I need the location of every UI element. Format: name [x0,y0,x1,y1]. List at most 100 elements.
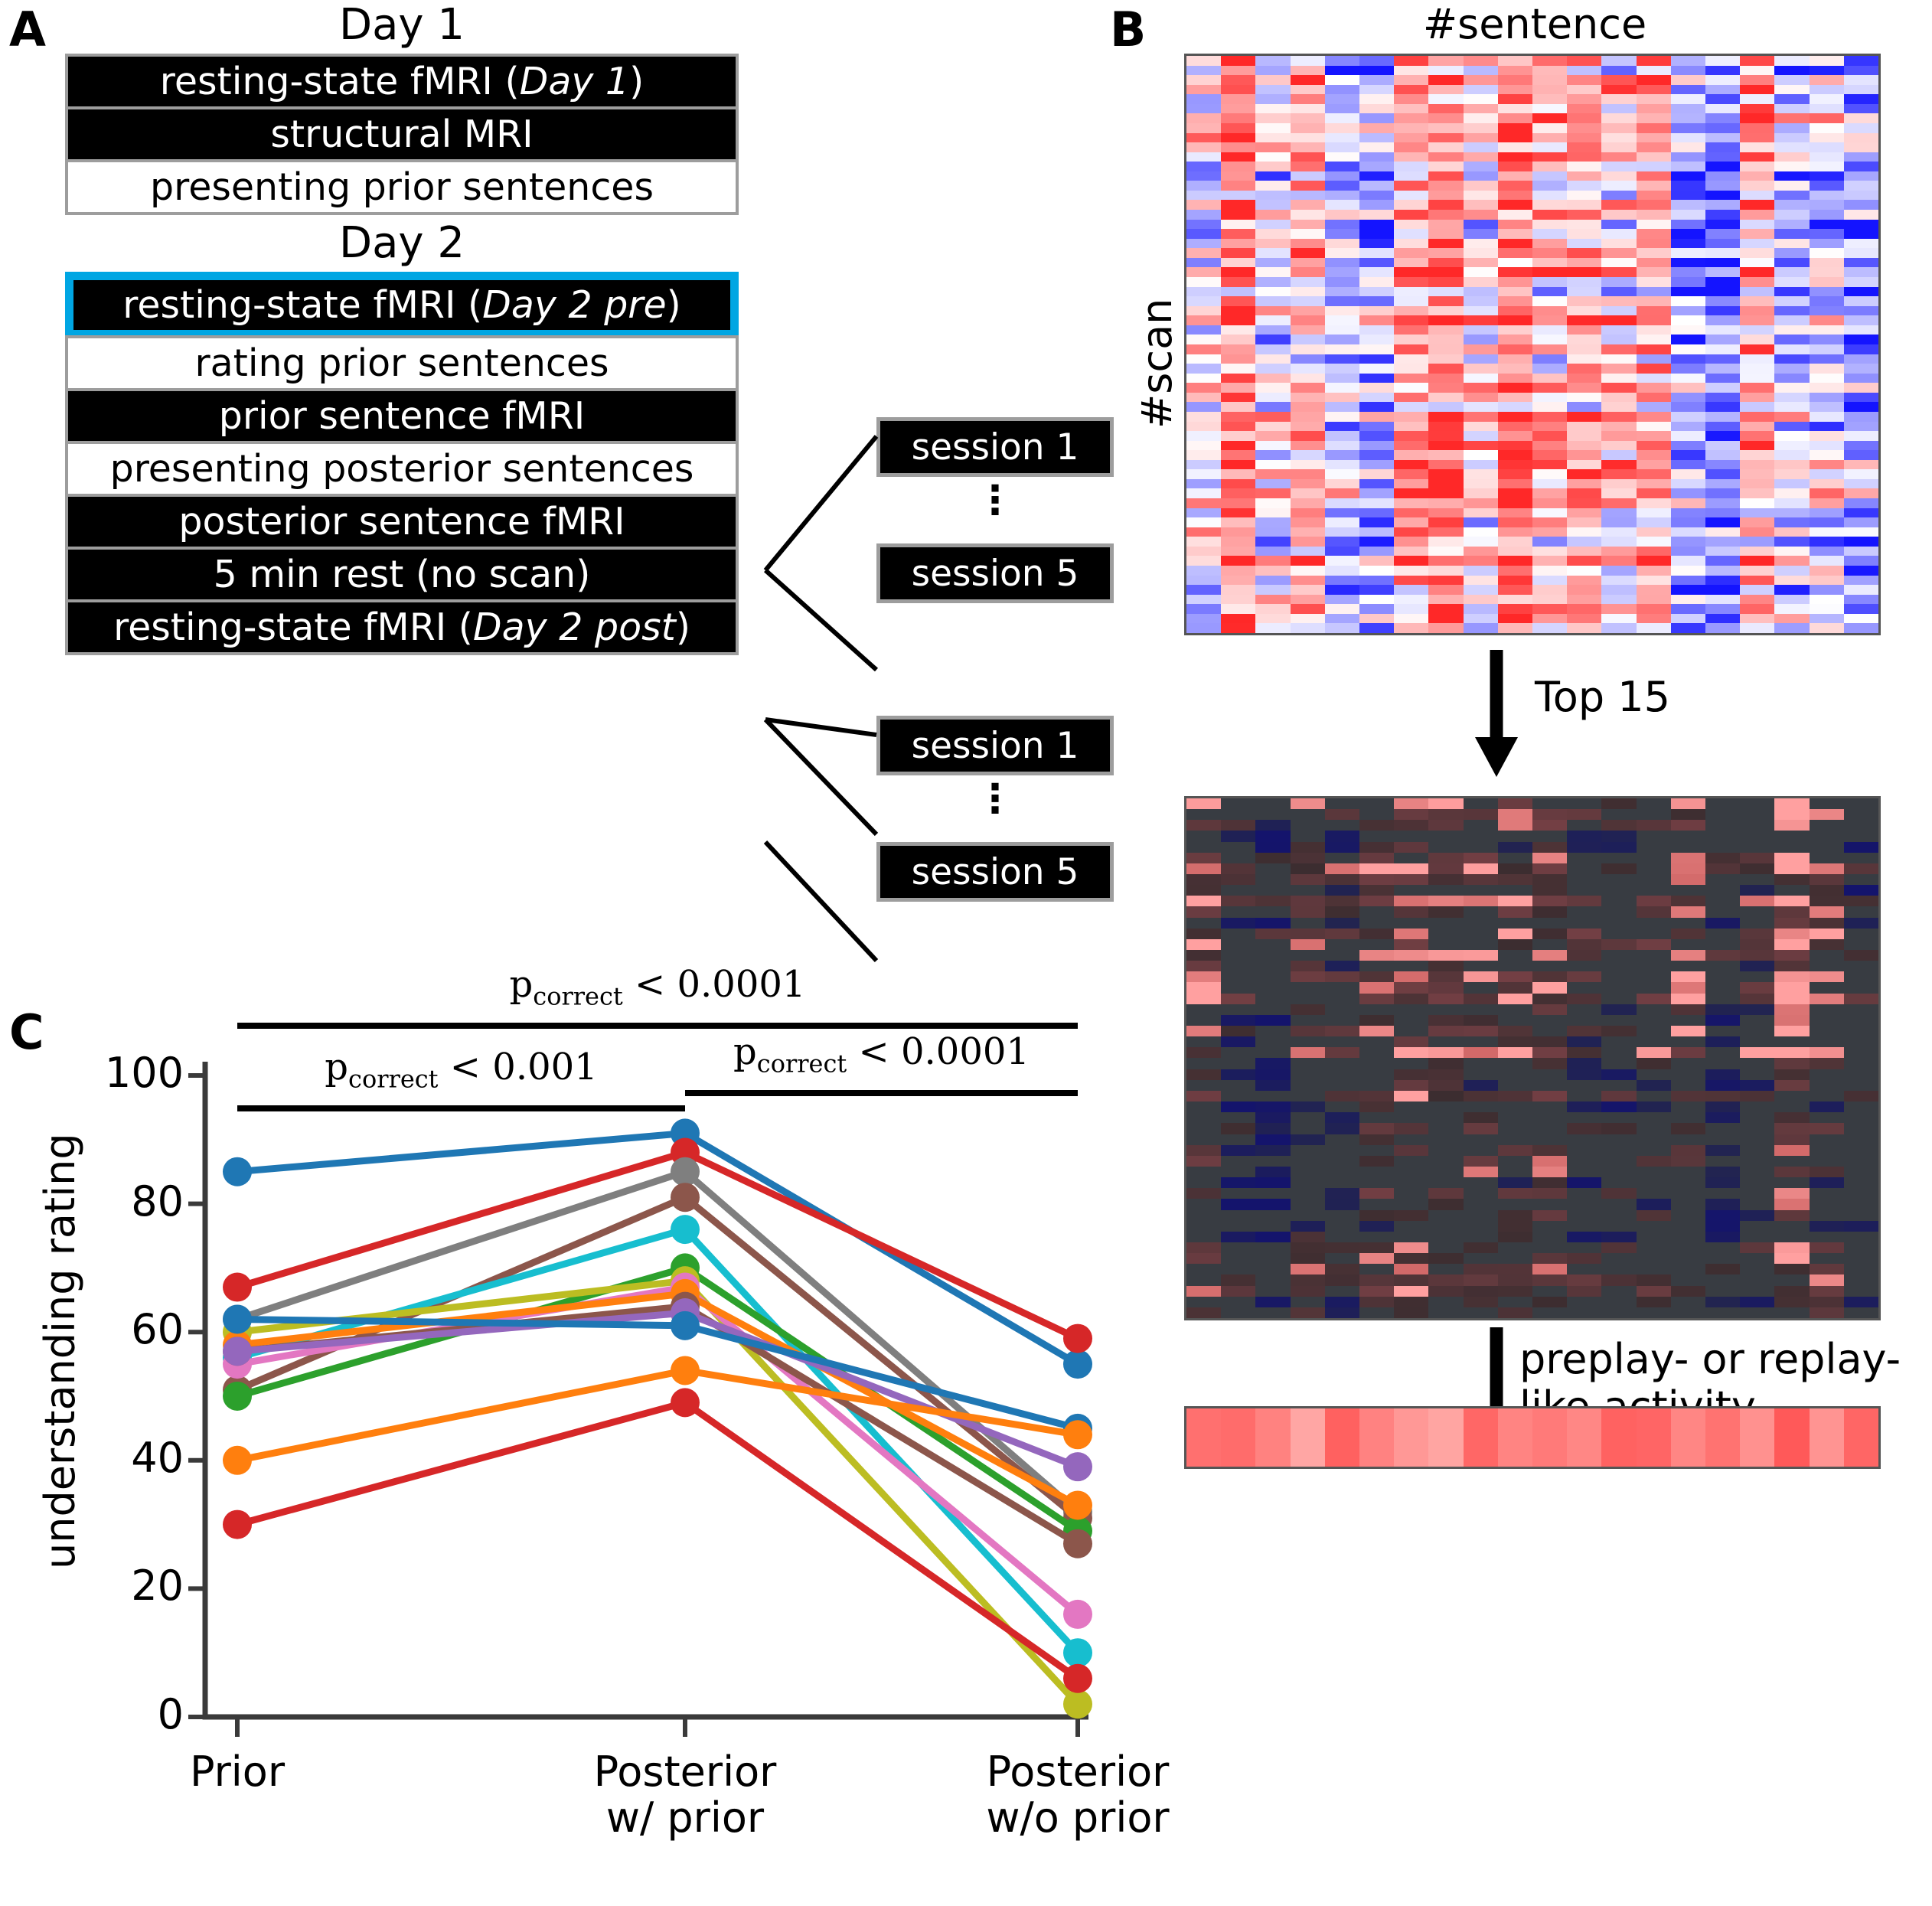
heatmap-cell [1532,863,1568,875]
heatmap-cell [1601,1285,1637,1297]
heatmap-cell [1601,84,1637,95]
heatmap-cell [1428,488,1464,499]
heatmap-cell [1186,84,1222,95]
heatmap-cell [1670,585,1705,595]
heatmap-cell [1601,315,1637,325]
heatmap-cell [1567,257,1602,268]
heatmap-cell [1186,478,1222,489]
heatmap-cell [1740,1209,1775,1221]
heatmap-cell [1359,820,1395,831]
heatmap-cell [1497,1264,1532,1275]
heatmap-cell [1567,152,1602,162]
heatmap-cell [1394,1166,1429,1178]
heatmap-cell [1255,1069,1291,1080]
heatmap-cell [1670,928,1705,939]
heatmap-cell [1186,392,1222,403]
heatmap-cell [1601,508,1637,518]
significance-subscript: correct [348,1064,439,1094]
heatmap-cell [1359,132,1395,143]
heatmap-cell [1532,820,1568,831]
heatmap-cell [1809,1296,1844,1307]
heatmap-cell [1670,1004,1705,1015]
heatmap-cell [1705,1285,1741,1297]
heatmap-cell [1670,1036,1705,1048]
heatmap-cell [1532,961,1568,972]
heatmap-cell [1774,1285,1810,1297]
heatmap-cell [1186,257,1222,268]
heatmap-cell [1636,993,1671,1004]
heatmap-cell [1290,1177,1325,1189]
heatmap-cell [1359,229,1395,239]
heatmap-cell [1186,1296,1222,1307]
heatmap-cell [1221,798,1256,810]
heatmap-cell [1324,84,1359,95]
heatmap-cell [1221,1112,1256,1124]
heatmap-cell [1532,841,1568,853]
heatmap-cell [1255,305,1291,316]
heatmap-cell [1290,831,1325,842]
heatmap-cell [1394,296,1429,306]
heatmap-cell [1186,325,1222,335]
flow-step-label: presenting prior sentences [150,165,654,209]
heatmap-cell [1428,344,1464,354]
heatmap-cell [1567,604,1602,614]
heatmap-cell [1428,1014,1464,1026]
heatmap-cell [1532,315,1568,325]
heatmap-cell [1221,517,1256,527]
heatmap-cell [1740,993,1775,1004]
heatmap-cell [1843,623,1878,633]
heatmap-cell [1740,142,1775,152]
heatmap-cell [1290,1220,1325,1232]
heatmap-cell [1705,508,1741,518]
heatmap-cell [1774,210,1810,220]
heatmap-cell [1428,392,1464,403]
heatmap-cell [1255,373,1291,383]
heatmap-cell [1843,392,1878,403]
heatmap-cell [1636,469,1671,479]
heatmap-cell [1740,248,1775,258]
heatmap-cell [1359,335,1395,344]
heatmap-cell [1394,478,1429,489]
heatmap-cell [1705,450,1741,460]
heatmap-cell [1809,938,1844,951]
heatmap-cell [1463,305,1498,316]
heatmap-cell [1290,431,1325,441]
heatmap-cell [1532,478,1568,489]
heatmap-cell [1601,585,1637,595]
heatmap-cell [1463,613,1498,624]
series-point [1063,1663,1092,1693]
heatmap-cell [1359,1144,1395,1156]
heatmap-cell [1601,809,1637,821]
heatmap-cell [1705,852,1741,863]
heatmap-cell [1221,219,1256,230]
heatmap-cell [1497,1144,1532,1156]
heatmap-cell [1601,1090,1637,1102]
heatmap-cell [1463,122,1498,133]
heatmap-cell [1809,373,1844,383]
heatmap-cell [1705,566,1741,576]
heatmap-cell [1532,938,1568,951]
heatmap-cell [1221,623,1256,633]
heatmap-cell [1186,65,1222,76]
heatmap-cell [1428,896,1464,907]
heatmap-cell [1324,94,1359,104]
heatmap-cell [1394,1242,1429,1254]
heatmap-cell [1324,1307,1359,1318]
heatmap-cell [1705,315,1741,325]
heatmap-cell [1740,1069,1775,1080]
significance-bar [237,1023,1078,1029]
heatmap-cell [1601,820,1637,831]
heatmap-cell [1394,1112,1429,1124]
heatmap-cell [1221,1079,1256,1091]
heatmap-cell [1359,517,1395,527]
heatmap-cell [1774,1220,1810,1232]
heatmap-cell [1567,885,1602,896]
heatmap-cell [1255,950,1291,961]
heatmap-cell [1497,498,1532,508]
heatmap-cell [1843,950,1878,961]
heatmap-cell [1463,1069,1498,1080]
heatmap-cell [1497,411,1532,422]
heatmap-cell [1463,517,1498,527]
heatmap-cell [1740,392,1775,403]
heatmap-cell [1601,257,1637,268]
